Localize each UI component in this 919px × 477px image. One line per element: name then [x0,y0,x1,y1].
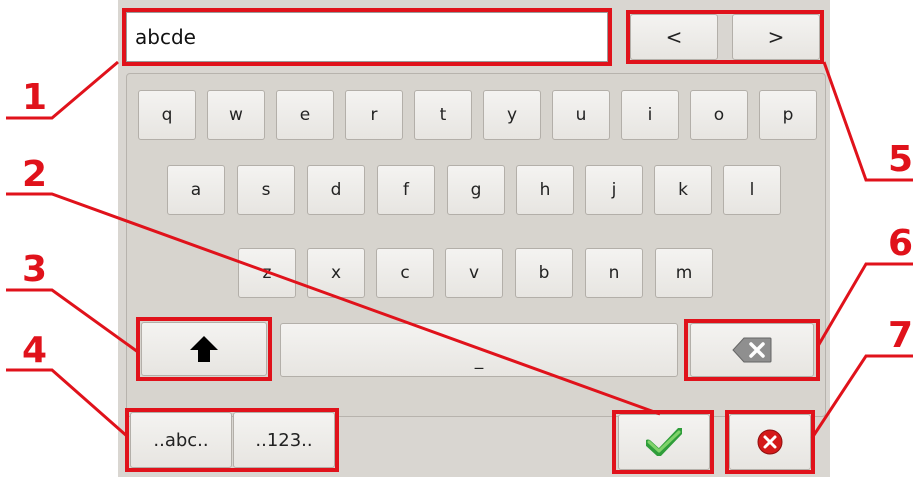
space-key[interactable]: _ [280,323,678,377]
key-a[interactable]: a [167,165,225,215]
callout-line-4 [6,368,129,439]
key-d[interactable]: d [307,165,365,215]
key-l[interactable]: l [723,165,781,215]
key-label: h [539,180,551,200]
key-j[interactable]: j [585,165,643,215]
shift-icon [190,336,218,362]
backspace-icon [732,337,772,363]
cursor-right-label: > [767,25,785,49]
space-label: _ [474,350,484,370]
key-label: j [611,180,617,200]
key-label: b [538,263,550,283]
key-label: q [161,105,173,125]
key-label: u [575,105,587,125]
key-label: c [400,263,410,283]
key-label: d [330,180,342,200]
cancel-button[interactable] [729,414,811,470]
key-label: p [782,105,794,125]
key-b[interactable]: b [515,248,573,298]
key-label: s [261,180,271,200]
key-label: l [749,180,755,200]
key-x[interactable]: x [307,248,365,298]
key-c[interactable]: c [376,248,434,298]
callout-label-1: 1 [22,77,48,118]
text-input[interactable] [126,12,608,62]
key-y[interactable]: y [483,90,541,140]
key-q[interactable]: q [138,90,196,140]
callout-label-2: 2 [22,154,48,195]
key-label: y [506,105,518,125]
key-label: o [713,105,725,125]
checkmark-icon [646,428,682,456]
key-h[interactable]: h [516,165,574,215]
key-label: n [608,263,620,283]
key-label: f [403,180,409,200]
key-label: k [678,180,688,200]
key-r[interactable]: r [345,90,403,140]
key-label: m [675,263,693,283]
callout-label-4: 4 [22,330,48,371]
key-label: w [229,105,243,125]
key-u[interactable]: u [552,90,610,140]
backspace-button[interactable] [690,323,814,377]
key-p[interactable]: p [759,90,817,140]
key-label: i [647,105,653,125]
callout-label-3: 3 [22,249,48,290]
key-v[interactable]: v [445,248,503,298]
key-s[interactable]: s [237,165,295,215]
key-label: e [299,105,311,125]
key-e[interactable]: e [276,90,334,140]
callout-label-7: 7 [888,315,914,356]
key-o[interactable]: o [690,90,748,140]
callout-label-5: 5 [888,139,914,180]
abc-mode-label: ..abc.. [153,429,209,451]
key-label: v [468,263,480,283]
key-f[interactable]: f [377,165,435,215]
callout-label-6: 6 [888,223,914,264]
abc-mode-button[interactable]: ..abc.. [130,412,232,468]
key-t[interactable]: t [414,90,472,140]
cursor-left-button[interactable]: < [630,14,718,60]
num-mode-label: ..123.. [255,429,313,451]
key-label: z [262,263,272,283]
key-label: t [439,105,447,125]
key-label: r [370,105,378,125]
key-z[interactable]: z [238,248,296,298]
key-k[interactable]: k [654,165,712,215]
key-label: g [470,180,482,200]
key-n[interactable]: n [585,248,643,298]
cursor-right-button[interactable]: > [732,14,820,60]
cursor-left-label: < [665,25,683,49]
key-w[interactable]: w [207,90,265,140]
num-mode-button[interactable]: ..123.. [233,412,335,468]
key-g[interactable]: g [447,165,505,215]
shift-button[interactable] [141,322,267,376]
key-i[interactable]: i [621,90,679,140]
key-m[interactable]: m [655,248,713,298]
confirm-button[interactable] [618,414,710,470]
key-label: a [190,180,202,200]
close-icon [757,429,783,455]
key-label: x [330,263,342,283]
